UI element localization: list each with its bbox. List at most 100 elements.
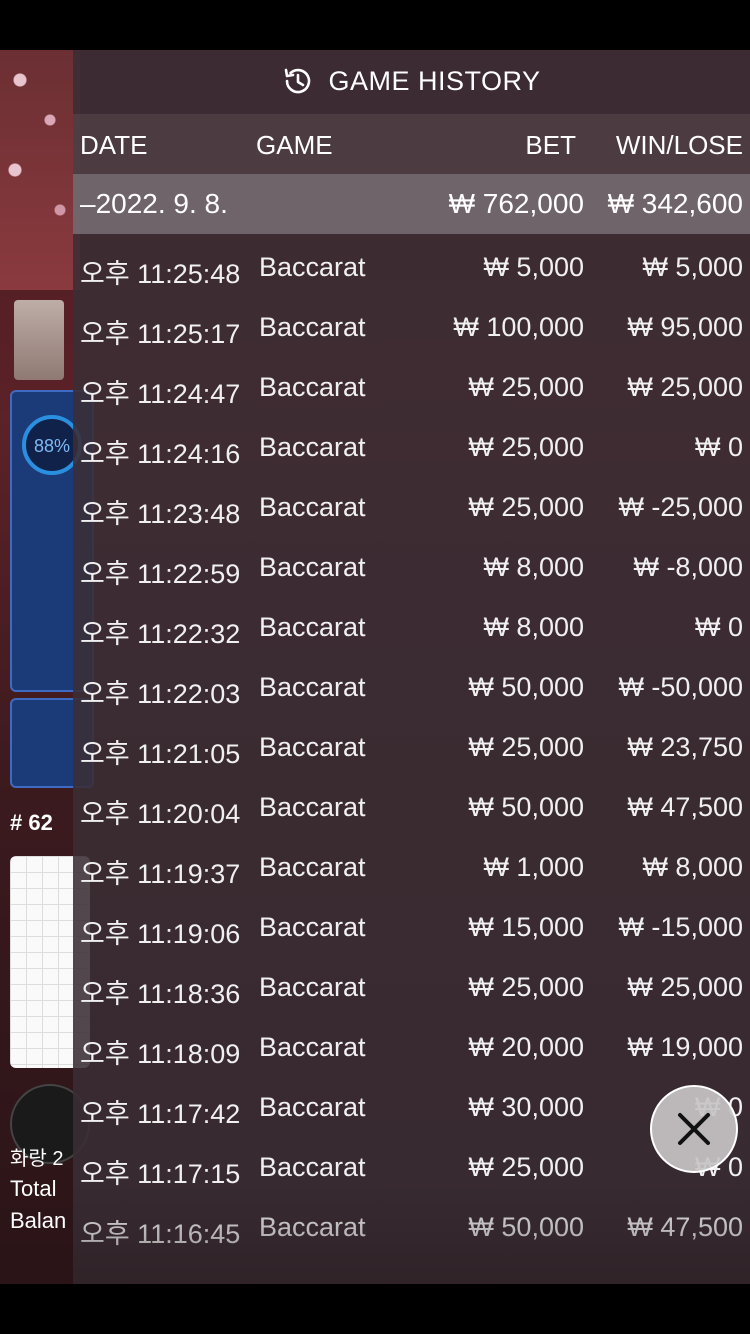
- table-row[interactable]: 오후 11:19:06 Baccarat ₩ 15,000 ₩ -15,000: [73, 900, 750, 960]
- summary-date: –2022. 9. 8.: [80, 188, 228, 219]
- row-game: Baccarat: [259, 372, 366, 402]
- row-time: 오후 11:19:06: [80, 919, 241, 949]
- table-row[interactable]: 오후 11:18:36 Baccarat ₩ 25,000 ₩ 25,000: [73, 960, 750, 1020]
- top-black-bar: [0, 0, 750, 50]
- row-bet: ₩ 8,000: [483, 612, 584, 642]
- row-game: Baccarat: [259, 432, 366, 462]
- history-column-header: DATE GAME BET WIN/LOSE: [73, 114, 750, 174]
- row-win-lose: ₩ -50,000: [618, 672, 743, 702]
- row-time: 오후 11:17:15: [80, 1159, 241, 1189]
- row-game: Baccarat: [259, 1212, 366, 1242]
- row-time: 오후 11:23:48: [80, 499, 241, 529]
- summary-bet: ₩ 762,000: [448, 188, 584, 219]
- row-time: 오후 11:20:04: [80, 799, 241, 829]
- row-bet: ₩ 25,000: [468, 492, 584, 522]
- round-number: # 62: [10, 810, 53, 835]
- row-bet: ₩ 50,000: [468, 672, 584, 702]
- row-bet: ₩ 20,000: [468, 1032, 584, 1062]
- row-bet: ₩ 25,000: [468, 372, 584, 402]
- table-name-label: 화랑 2: [10, 1148, 64, 1170]
- row-bet: ₩ 5,000: [483, 252, 584, 282]
- row-win-lose: ₩ 25,000: [627, 972, 743, 1002]
- row-win-lose: ₩ 0: [694, 432, 743, 462]
- column-win-lose: WIN/LOSE: [615, 130, 743, 160]
- row-bet: ₩ 50,000: [468, 792, 584, 822]
- row-time: 오후 11:25:17: [80, 319, 241, 349]
- row-game: Baccarat: [259, 672, 366, 702]
- table-row[interactable]: 오후 11:17:15 Baccarat ₩ 25,000 ₩ 0: [73, 1140, 750, 1200]
- row-time: 오후 11:19:37: [80, 859, 241, 889]
- row-win-lose: ₩ 23,750: [627, 732, 743, 762]
- row-bet: ₩ 30,000: [468, 1092, 584, 1122]
- row-game: Baccarat: [259, 252, 366, 282]
- table-row[interactable]: 오후 11:19:37 Baccarat ₩ 1,000 ₩ 8,000: [73, 840, 750, 900]
- row-win-lose: ₩ 95,000: [627, 312, 743, 342]
- row-time: 오후 11:17:42: [80, 1099, 241, 1129]
- row-game: Baccarat: [259, 492, 366, 522]
- row-game: Baccarat: [259, 552, 366, 582]
- table-row[interactable]: 오후 11:21:05 Baccarat ₩ 25,000 ₩ 23,750: [73, 720, 750, 780]
- row-time: 오후 11:25:48: [80, 259, 241, 289]
- balance-label: Balan: [10, 1208, 67, 1233]
- table-row[interactable]: 오후 11:22:59 Baccarat ₩ 8,000 ₩ -8,000: [73, 540, 750, 600]
- row-bet: ₩ 8,000: [483, 552, 584, 582]
- row-time: 오후 11:22:03: [80, 679, 241, 709]
- row-win-lose: ₩ 25,000: [627, 372, 743, 402]
- table-row[interactable]: 오후 11:17:42Baccarat₩ 30,000₩ 0: [73, 1080, 750, 1140]
- table-row[interactable]: 오후 11:16:45 Baccarat ₩ 50,000 ₩ 47,500: [73, 1200, 750, 1260]
- table-row[interactable]: 오후 11:20:04 Baccarat ₩ 50,000 ₩ 47,500: [73, 780, 750, 840]
- total-label: Total: [10, 1176, 57, 1201]
- row-bet: ₩ 25,000: [468, 1152, 584, 1182]
- row-time: 오후 11:18:36: [80, 979, 241, 1009]
- row-game: Baccarat: [259, 1032, 366, 1062]
- row-time: 오후 11:22:59: [80, 559, 241, 589]
- table-row[interactable]: 오후 11:23:48 Baccarat ₩ 25,000 ₩ -25,000: [73, 480, 750, 540]
- row-win-lose: ₩ 47,500: [627, 1212, 743, 1242]
- percent-text: 88%: [34, 436, 71, 456]
- row-bet: ₩ 25,000: [468, 972, 584, 1002]
- table-row[interactable]: 오후 11:24:47 Baccarat ₩ 25,000 ₩ 25,000: [73, 360, 750, 420]
- row-game: Baccarat: [259, 612, 366, 642]
- row-time: 오후 11:22:32: [80, 619, 241, 649]
- column-game: GAME: [256, 130, 333, 160]
- card-shoe-image: [14, 300, 64, 380]
- row-time: 오후 11:16:45: [80, 1219, 241, 1249]
- row-game: Baccarat: [259, 1152, 366, 1182]
- row-game: Baccarat: [259, 1092, 366, 1122]
- summary-win-lose: ₩ 342,600: [607, 188, 743, 219]
- table-row[interactable]: 오후 11:18:09 Baccarat ₩ 20,000 ₩ 19,000: [73, 1020, 750, 1080]
- table-row[interactable]: 오후 11:25:17 Baccarat ₩ 100,000 ₩ 95,000: [73, 300, 750, 360]
- date-summary-row[interactable]: –2022. 9. 8. ₩ 762,000 ₩ 342,600: [73, 174, 750, 234]
- history-title-bar: GAME HISTORY: [73, 50, 750, 112]
- close-button[interactable]: [650, 1085, 738, 1173]
- close-x-icon: [678, 1113, 710, 1145]
- row-game: Baccarat: [259, 792, 366, 822]
- column-bet: BET: [525, 130, 576, 160]
- table-row[interactable]: 오후 11:22:32 Baccarat ₩ 8,000 ₩ 0: [73, 600, 750, 660]
- row-win-lose: ₩ -8,000: [633, 552, 743, 582]
- row-game: Baccarat: [259, 972, 366, 1002]
- row-win-lose: ₩ 5,000: [642, 252, 743, 282]
- row-time: 오후 11:21:05: [80, 739, 241, 769]
- table-row[interactable]: 오후 11:25:48 Baccarat ₩ 5,000 ₩ 5,000: [73, 240, 750, 300]
- table-row[interactable]: 오후 11:22:03 Baccarat ₩ 50,000 ₩ -50,000: [73, 660, 750, 720]
- column-date: DATE: [80, 130, 148, 160]
- table-row[interactable]: 오후 11:24:16 Baccarat ₩ 25,000 ₩ 0: [73, 420, 750, 480]
- row-bet: ₩ 15,000: [468, 912, 584, 942]
- row-time: 오후 11:18:09: [80, 1039, 241, 1069]
- row-win-lose: ₩ -25,000: [618, 492, 743, 522]
- row-win-lose: ₩ 0: [694, 612, 743, 642]
- row-game: Baccarat: [259, 852, 366, 882]
- history-title: GAME HISTORY: [328, 65, 541, 96]
- row-bet: ₩ 25,000: [468, 732, 584, 762]
- row-bet: ₩ 25,000: [468, 432, 584, 462]
- bottom-black-bar: [0, 1284, 750, 1334]
- game-history-panel: GAME HISTORY DATE GAME BET WIN/LOSE –202…: [73, 50, 750, 1284]
- row-game: Baccarat: [259, 732, 366, 762]
- row-win-lose: ₩ 8,000: [642, 852, 743, 882]
- row-bet: ₩ 50,000: [468, 1212, 584, 1242]
- row-win-lose: ₩ -15,000: [618, 912, 743, 942]
- row-bet: ₩ 100,000: [453, 312, 584, 342]
- row-game: Baccarat: [259, 312, 366, 342]
- row-win-lose: ₩ 47,500: [627, 792, 743, 822]
